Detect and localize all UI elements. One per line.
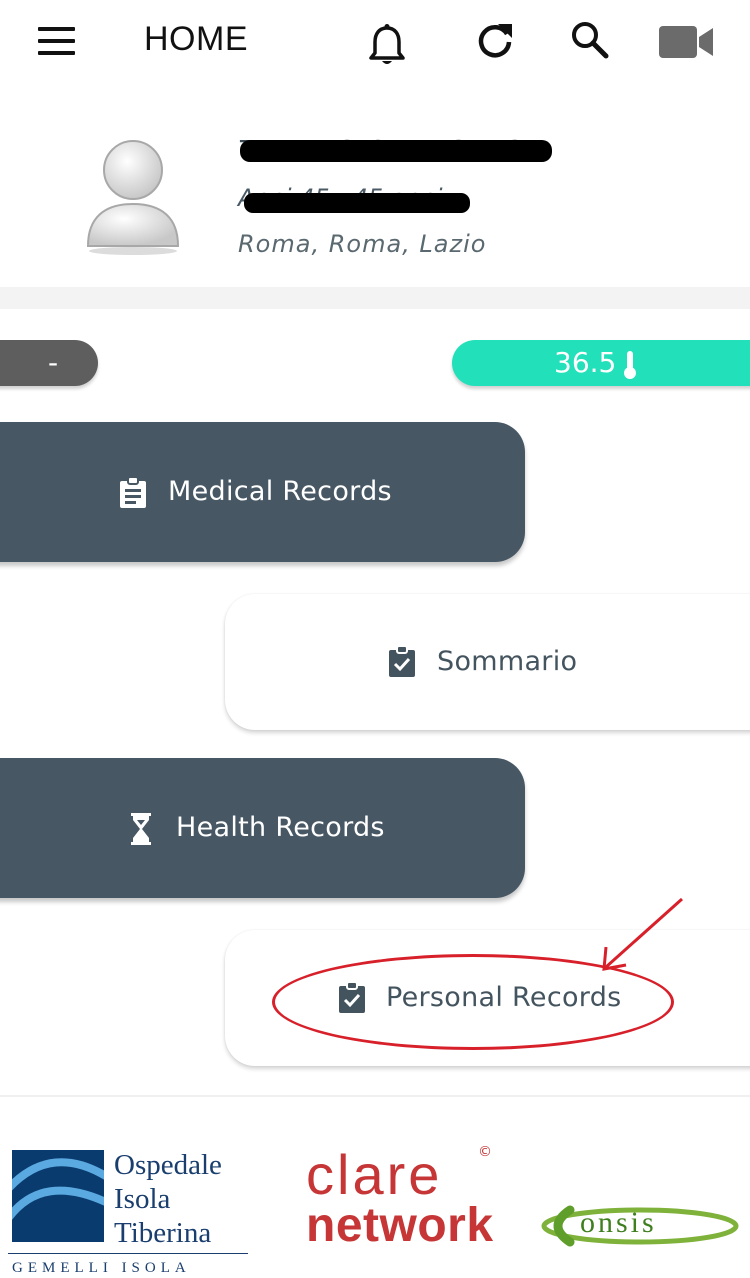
redaction-bar — [240, 140, 552, 162]
hamburger-menu-icon[interactable] — [38, 27, 75, 55]
medical-records-button[interactable]: Medical Records — [0, 422, 525, 562]
section-divider — [0, 287, 750, 309]
clare-network-logo: clare © network — [270, 1140, 510, 1278]
page-title: HOME — [144, 20, 248, 58]
video-camera-icon[interactable] — [657, 22, 715, 62]
search-icon[interactable] — [570, 20, 610, 60]
ospedale-rule — [8, 1253, 248, 1254]
personal-records-button[interactable]: Personal Records — [225, 930, 750, 1066]
redaction-bar — [244, 193, 470, 213]
consis-word: onsis — [580, 1206, 657, 1239]
refresh-icon[interactable] — [474, 20, 516, 62]
medical-records-label: Medical Records — [168, 476, 392, 507]
temperature-pill[interactable]: 36.5 — [452, 340, 750, 386]
sommario-button[interactable]: Sommario — [225, 594, 750, 730]
profile-name: TIBERIO SBARCATO — [240, 130, 552, 168]
personal-records-label: Personal Records — [386, 982, 622, 1013]
vital-pill-left[interactable]: - — [0, 340, 98, 386]
health-records-label: Health Records — [176, 812, 385, 843]
temperature-value: 36.5 — [554, 346, 617, 379]
ospedale-isola-tiberina-logo: Ospedale Isola Tiberina GEMELLI ISOLA — [8, 1140, 253, 1278]
vital-left-value: - — [47, 346, 59, 379]
clipboard-check-icon — [388, 645, 416, 682]
health-records-button[interactable]: Health Records — [0, 758, 525, 898]
footer-divider — [0, 1095, 750, 1097]
clipboard-list-icon — [119, 476, 147, 513]
ospedale-line3: Tiberina — [114, 1217, 212, 1249]
thermometer-icon — [622, 348, 638, 379]
clare-copyright-mark: © — [478, 1144, 492, 1160]
top-app-bar: HOME — [0, 0, 750, 86]
sommario-label: Sommario — [437, 646, 578, 677]
ospedale-emblem-icon — [12, 1150, 104, 1242]
avatar — [82, 138, 184, 256]
clipboard-check-icon — [338, 981, 366, 1018]
ospedale-line1: Ospedale — [114, 1149, 222, 1181]
profile-details: Anni 45 , 45 anni — [238, 182, 478, 218]
consis-logo: onsis — [540, 1200, 740, 1248]
bell-icon[interactable] — [366, 22, 408, 70]
profile-location: Roma, Roma, Lazio — [238, 230, 487, 258]
ospedale-subtitle: GEMELLI ISOLA — [12, 1260, 191, 1276]
ospedale-line2: Isola — [114, 1183, 171, 1215]
hourglass-icon — [130, 813, 152, 849]
network-word: network — [306, 1199, 494, 1252]
